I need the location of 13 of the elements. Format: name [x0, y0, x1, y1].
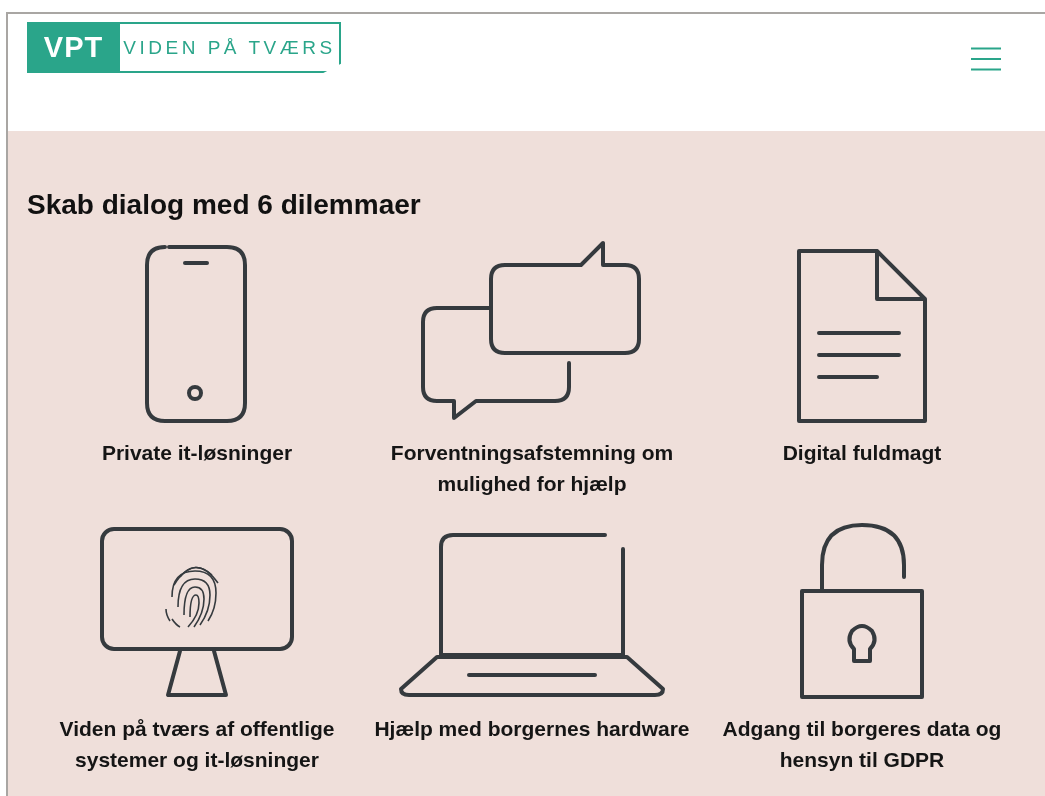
dilemma-label[interactable]: Viden på tværs af offentlige systemer og it-løsninger [37, 713, 357, 775]
dilemma-label[interactable]: Hjælp med borgernes hardware [374, 713, 690, 744]
section-heading: Skab dialog med 6 dilemmaer [27, 189, 422, 221]
speech-bubbles-icon [421, 239, 643, 423]
padlock-icon [800, 521, 924, 699]
dilemma-label[interactable]: Digital fuldmagt [782, 437, 942, 468]
menu-icon[interactable] [971, 47, 1001, 71]
document-icon [797, 249, 927, 423]
phone-icon [145, 245, 249, 423]
dilemma-label[interactable]: Private it-løsninger [101, 437, 293, 468]
dilemma-label[interactable]: Adgang til borgeres data og hensyn til GDPR [702, 713, 1022, 775]
monitor-fingerprint-icon [100, 527, 294, 699]
dilemma-label[interactable]: Forventningsafstemning om mulighed for hjælp [372, 437, 692, 499]
